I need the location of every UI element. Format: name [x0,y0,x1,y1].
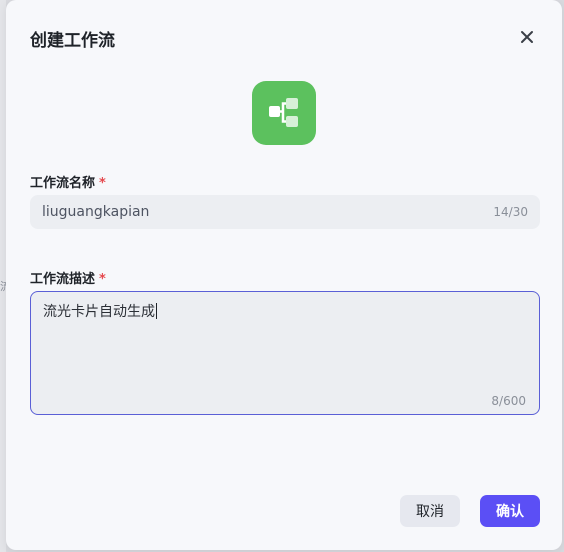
workflow-logo [252,81,316,145]
required-mark: * [99,176,106,191]
required-mark: * [99,272,106,287]
confirm-button[interactable]: 确认 [480,495,540,527]
workflow-description-value: 流光卡片自动生成 [43,304,155,320]
close-button[interactable] [516,26,538,48]
name-char-counter: 14/30 [493,205,528,219]
desc-field-label: 工作流描述 * [30,268,106,287]
cancel-button[interactable]: 取消 [400,495,460,527]
create-workflow-dialog: 创建工作流 工作流名称 * liuguangkapian 14/30 工作流描述 *… [6,0,562,550]
close-icon [521,31,533,43]
dialog-title: 创建工作流 [30,31,115,51]
desc-char-counter: 8/600 [491,394,526,408]
name-field-label: 工作流名称 * [30,172,106,191]
workflow-icon [269,98,298,127]
workflow-description-textarea[interactable]: 流光卡片自动生成 8/600 [30,291,540,415]
text-caret [156,303,157,319]
workflow-name-value: liuguangkapian [42,204,150,220]
name-label-text: 工作流名称 [30,176,96,191]
workflow-name-input[interactable]: liuguangkapian 14/30 [30,195,540,229]
desc-label-text: 工作流描述 [30,272,96,287]
